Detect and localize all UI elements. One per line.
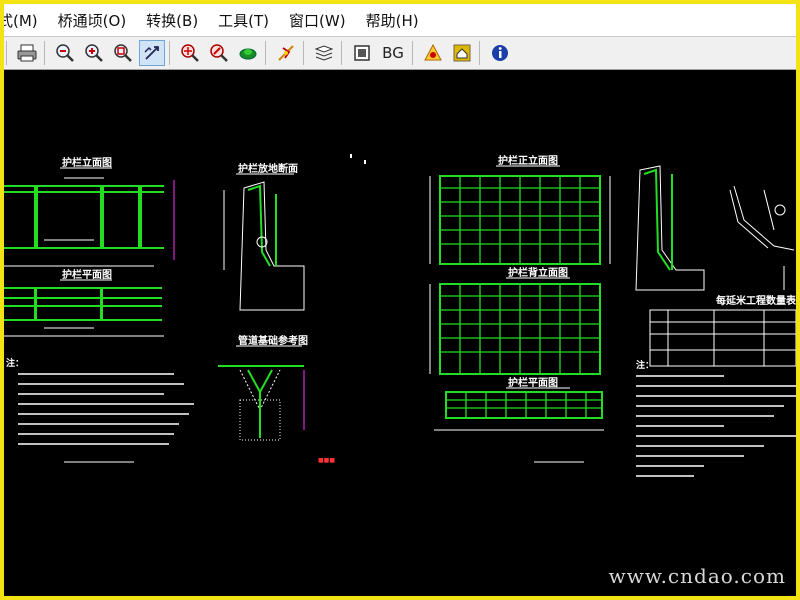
measure-icon[interactable]	[273, 40, 299, 66]
drawing-title: 管道基础参考图	[238, 334, 308, 347]
toolbar-separator	[265, 41, 266, 65]
marker	[364, 160, 366, 164]
drawing-canvas[interactable]: 护栏立面图 护栏平面图 注： 护栏放地断面 管道基础参考图 ■■■ 护栏正立面图…	[4, 70, 796, 596]
menu-format[interactable]: 式(M)	[4, 10, 38, 31]
notes-label: 注：	[6, 357, 24, 369]
notes-label: 注：	[636, 359, 654, 371]
info-icon[interactable]	[487, 40, 513, 66]
back-elevation-view: 护栏背立面图	[429, 266, 601, 375]
red-tag: ■■■	[318, 457, 335, 464]
zoom-in-icon[interactable]	[81, 40, 107, 66]
plan-view-left: 护栏平面图	[4, 268, 164, 337]
toolbar-separator	[6, 41, 7, 65]
background-toggle-button[interactable]: BG	[378, 40, 408, 66]
view-3d-icon[interactable]	[235, 40, 261, 66]
watermark: www.cndao.com	[608, 564, 786, 588]
quantity-table: 每延米工程数量表	[649, 294, 796, 367]
notes-left: 注：	[6, 357, 194, 463]
home-icon[interactable]	[449, 40, 475, 66]
toolbar-separator	[44, 41, 45, 65]
table-title: 每延米工程数量表	[716, 294, 796, 307]
zoom-realtime-icon[interactable]	[177, 40, 203, 66]
front-elevation-view: 护栏正立面图	[429, 154, 611, 265]
app-window: 式(M) 桥通顷(O) 转换(B) 工具(T) 窗口(W) 帮助(H) BG 护…	[4, 4, 796, 596]
toolbar-separator	[341, 41, 342, 65]
section-view: 护栏放地断面	[223, 162, 305, 311]
menu-options[interactable]: 桥通顷(O)	[58, 10, 127, 31]
elevation-view-left: 护栏立面图	[4, 156, 175, 267]
zoom-out-icon[interactable]	[52, 40, 78, 66]
zoom-window-icon[interactable]	[110, 40, 136, 66]
drawing-title: 护栏放地断面	[238, 162, 298, 175]
toolbar-separator	[412, 41, 413, 65]
pan-icon[interactable]	[139, 40, 165, 66]
toolbar: BG	[4, 37, 796, 70]
zoom-extents-icon[interactable]	[206, 40, 232, 66]
toolbar-separator	[169, 41, 170, 65]
drawing-title: 护栏立面图	[62, 156, 112, 169]
bg-label: BG	[382, 44, 404, 62]
layout-icon[interactable]	[349, 40, 375, 66]
print-icon[interactable]	[14, 40, 40, 66]
section-view-right	[635, 165, 795, 291]
menu-tools[interactable]: 工具(T)	[218, 10, 269, 31]
toolbar-separator	[303, 41, 304, 65]
drawing-title: 护栏正立面图	[498, 154, 558, 167]
drawing-title: 护栏平面图	[508, 376, 558, 389]
layers-icon[interactable]	[311, 40, 337, 66]
menu-bar: 式(M) 桥通顷(O) 转换(B) 工具(T) 窗口(W) 帮助(H)	[4, 4, 796, 36]
cad-drawing: 护栏立面图 护栏平面图 注： 护栏放地断面 管道基础参考图 ■■■ 护栏正立面图…	[4, 154, 796, 477]
menu-window[interactable]: 窗口(W)	[289, 10, 346, 31]
print-preview-icon[interactable]	[420, 40, 446, 66]
menu-convert[interactable]: 转换(B)	[146, 10, 198, 31]
plan-view-right: 护栏平面图	[434, 376, 604, 463]
toolbar-separator	[479, 41, 480, 65]
drawing-title: 护栏背立面图	[508, 266, 568, 279]
menu-help[interactable]: 帮助(H)	[366, 10, 419, 31]
marker	[350, 154, 352, 158]
drawing-title: 护栏平面图	[62, 268, 112, 281]
pipe-foundation-view: 管道基础参考图	[218, 334, 308, 441]
notes-right: 注：	[636, 359, 796, 477]
